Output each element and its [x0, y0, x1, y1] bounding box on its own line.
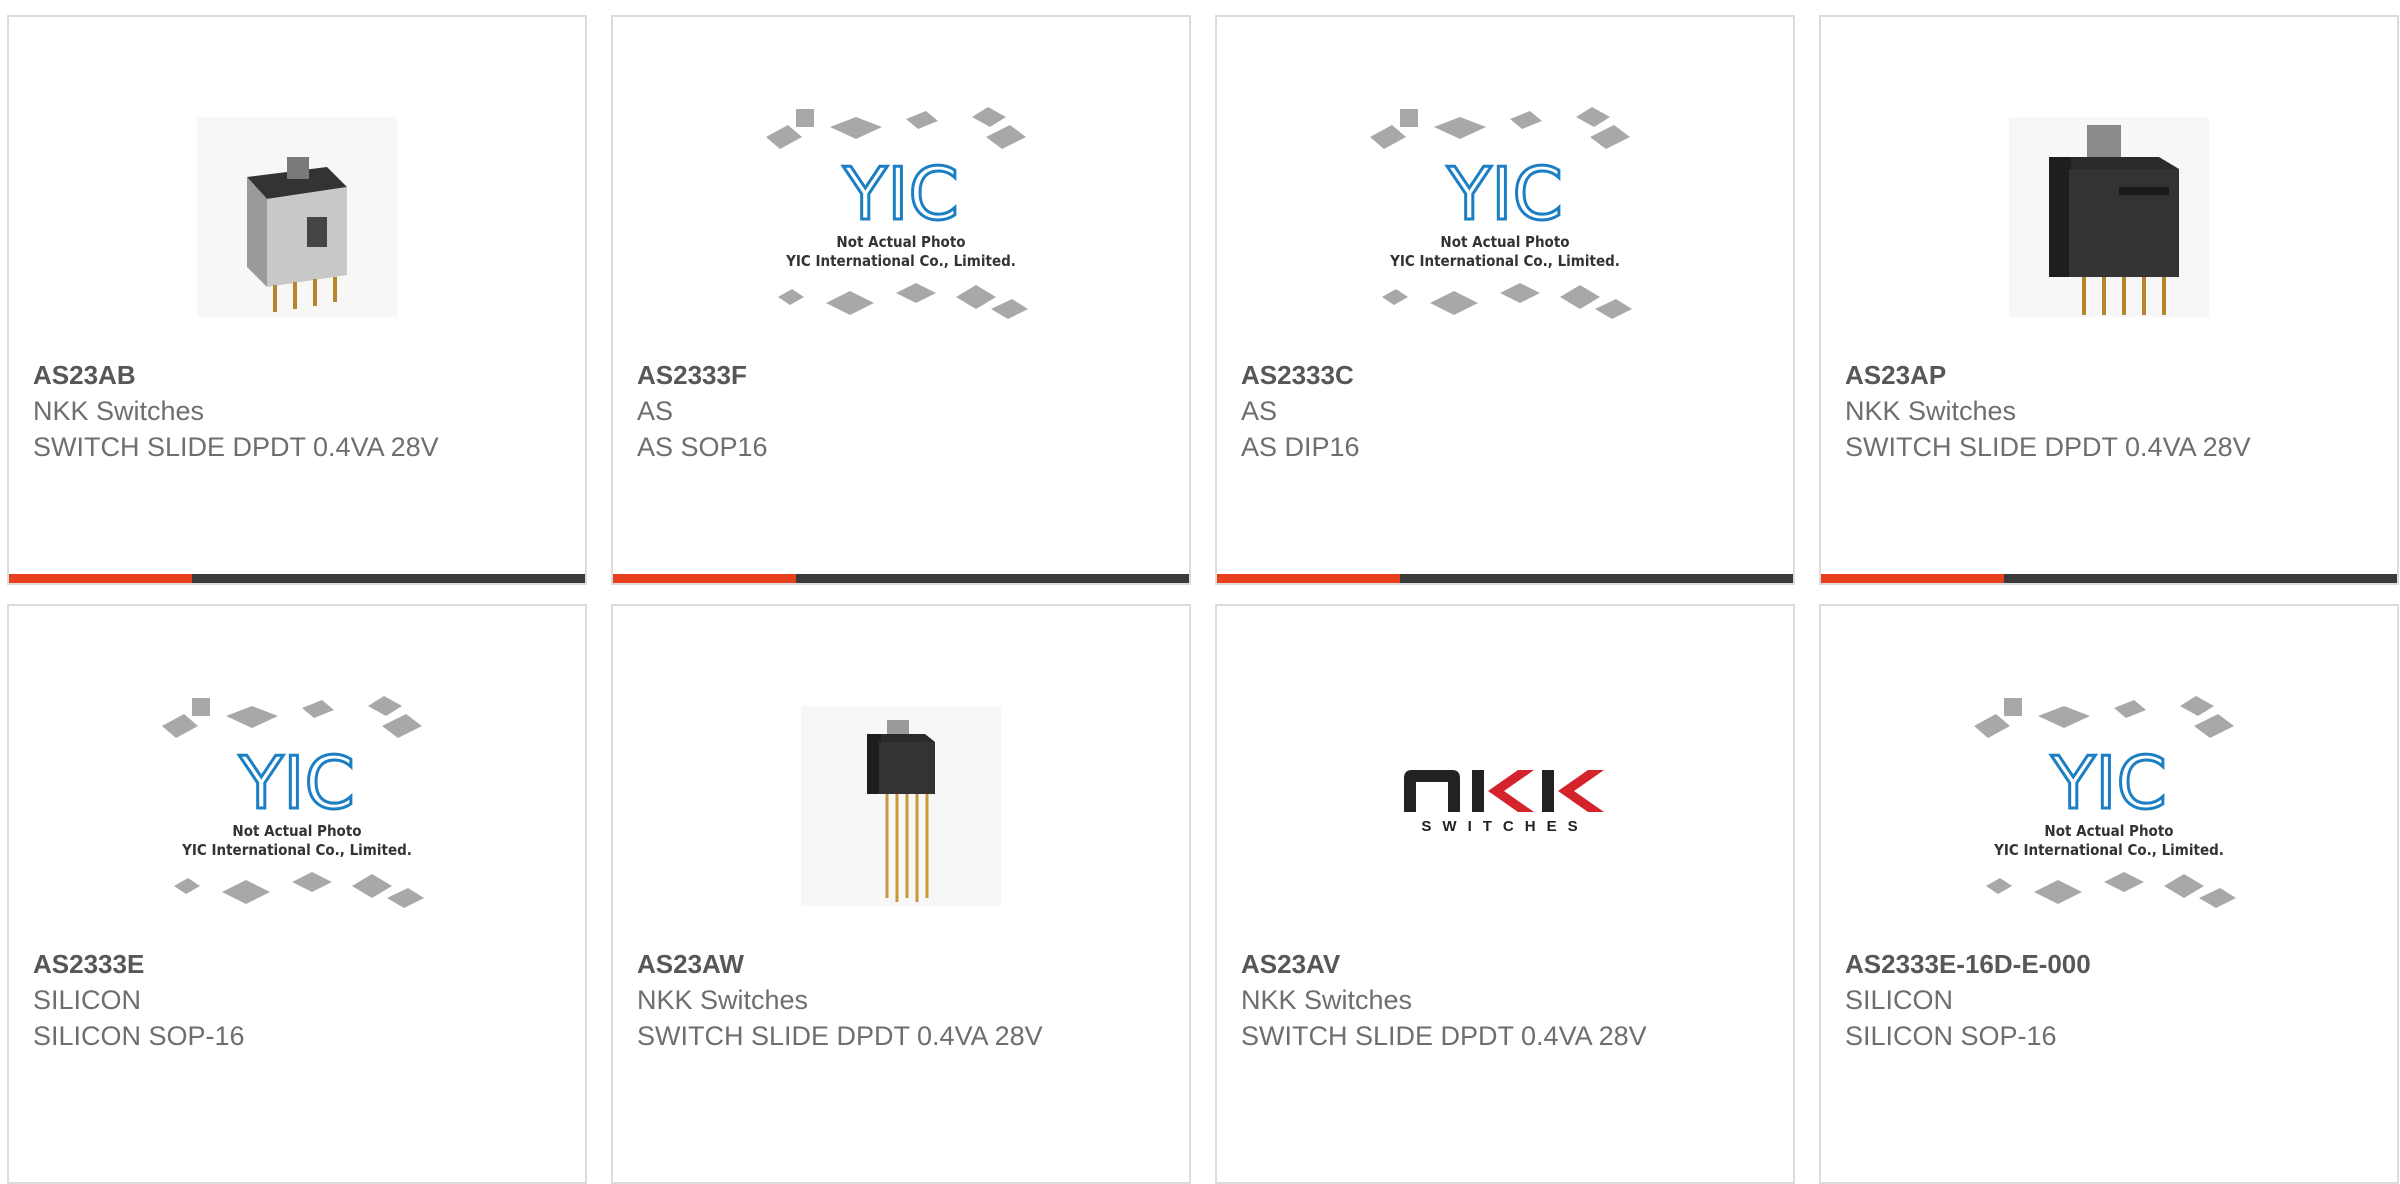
yic-placeholder-image: YIC Not Actual Photo YIC International C… [1974, 686, 2244, 926]
nkk-logo-tagline: SWITCHES [1421, 818, 1589, 835]
manufacturer: NKK Switches [1845, 396, 2017, 426]
product-card[interactable]: SWITCHES AS23AV NKK Switches SWITCH SLID… [1215, 604, 1795, 1184]
product-card[interactable]: YIC Not Actual Photo YIC International C… [1215, 15, 1795, 585]
svg-text:YIC: YIC [2050, 741, 2167, 825]
description: AS SOP16 [637, 432, 768, 462]
product-card[interactable]: YIC Not Actual Photo YIC International C… [611, 15, 1191, 585]
description: SWITCH SLIDE DPDT 0.4VA 28V [1845, 432, 2251, 462]
slide-switch-photo [197, 117, 397, 317]
placeholder-company: YIC International Co., Limited. [1390, 252, 1620, 270]
description: SILICON SOP-16 [33, 1021, 245, 1051]
product-info: AS23AB NKK Switches SWITCH SLIDE DPDT 0.… [33, 357, 563, 465]
description: AS DIP16 [1241, 432, 1360, 462]
product-info: AS2333E-16D-E-000 SILICON SILICON SOP-16 [1845, 946, 2375, 1054]
description: SWITCH SLIDE DPDT 0.4VA 28V [637, 1021, 1043, 1051]
product-card[interactable]: YIC Not Actual Photo YIC International C… [7, 604, 587, 1184]
slide-switch-photo [2009, 117, 2209, 317]
product-info: AS23AW NKK Switches SWITCH SLIDE DPDT 0.… [637, 946, 1167, 1054]
product-info: AS2333E SILICON SILICON SOP-16 [33, 946, 563, 1054]
product-image[interactable]: YIC Not Actual Photo YIC International C… [1217, 67, 1793, 367]
product-image[interactable]: SWITCHES [1217, 656, 1793, 956]
product-image[interactable]: YIC Not Actual Photo YIC International C… [1821, 656, 2397, 956]
product-card[interactable]: AS23AP NKK Switches SWITCH SLIDE DPDT 0.… [1819, 15, 2399, 585]
product-image[interactable]: YIC Not Actual Photo YIC International C… [9, 656, 585, 956]
yic-placeholder-image: YIC Not Actual Photo YIC International C… [1370, 97, 1640, 337]
yic-placeholder-image: YIC Not Actual Photo YIC International C… [162, 686, 432, 926]
card-bottom-bar [1217, 574, 1793, 583]
nkk-logo: SWITCHES [1400, 766, 1610, 846]
part-number-link[interactable]: AS23AB [33, 357, 563, 393]
product-image[interactable]: YIC Not Actual Photo YIC International C… [613, 67, 1189, 367]
manufacturer: SILICON [33, 985, 142, 1015]
product-card[interactable]: AS23AB NKK Switches SWITCH SLIDE DPDT 0.… [7, 15, 587, 585]
card-bottom-bar [613, 574, 1189, 583]
svg-text:YIC: YIC [1446, 152, 1563, 236]
product-info: AS23AP NKK Switches SWITCH SLIDE DPDT 0.… [1845, 357, 2375, 465]
product-image[interactable] [1821, 67, 2397, 367]
manufacturer: SILICON [1845, 985, 1954, 1015]
product-info: AS2333F AS AS SOP16 [637, 357, 1167, 465]
part-number-link[interactable]: AS2333C [1241, 357, 1771, 393]
part-number-link[interactable]: AS2333E-16D-E-000 [1845, 946, 2375, 982]
yic-placeholder-image: YIC Not Actual Photo YIC International C… [766, 97, 1036, 337]
slide-switch-long-pins-photo [801, 706, 1001, 906]
product-info: AS2333C AS AS DIP16 [1241, 357, 1771, 465]
description: SWITCH SLIDE DPDT 0.4VA 28V [1241, 1021, 1647, 1051]
svg-text:YIC: YIC [238, 741, 355, 825]
product-info: AS23AV NKK Switches SWITCH SLIDE DPDT 0.… [1241, 946, 1771, 1054]
manufacturer: NKK Switches [637, 985, 809, 1015]
placeholder-caption: Not Actual Photo [836, 233, 966, 251]
description: SWITCH SLIDE DPDT 0.4VA 28V [33, 432, 439, 462]
manufacturer: NKK Switches [33, 396, 205, 426]
manufacturer: NKK Switches [1241, 985, 1413, 1015]
part-number-link[interactable]: AS23AP [1845, 357, 2375, 393]
svg-text:YIC: YIC [842, 152, 959, 236]
manufacturer: AS [1241, 396, 1278, 426]
product-image[interactable] [9, 67, 585, 367]
product-image[interactable] [613, 656, 1189, 956]
placeholder-caption: Not Actual Photo [1440, 233, 1570, 251]
product-grid: AS23AB NKK Switches SWITCH SLIDE DPDT 0.… [0, 0, 2400, 1184]
part-number-link[interactable]: AS2333E [33, 946, 563, 982]
placeholder-company: YIC International Co., Limited. [1994, 841, 2224, 859]
card-bottom-bar [9, 574, 585, 583]
description: SILICON SOP-16 [1845, 1021, 2057, 1051]
manufacturer: AS [637, 396, 674, 426]
part-number-link[interactable]: AS23AW [637, 946, 1167, 982]
product-card[interactable]: YIC Not Actual Photo YIC International C… [1819, 604, 2399, 1184]
part-number-link[interactable]: AS2333F [637, 357, 1167, 393]
product-card[interactable]: AS23AW NKK Switches SWITCH SLIDE DPDT 0.… [611, 604, 1191, 1184]
placeholder-company: YIC International Co., Limited. [182, 841, 412, 859]
placeholder-caption: Not Actual Photo [2044, 822, 2174, 840]
placeholder-caption: Not Actual Photo [232, 822, 362, 840]
card-bottom-bar [1821, 574, 2397, 583]
placeholder-company: YIC International Co., Limited. [786, 252, 1016, 270]
part-number-link[interactable]: AS23AV [1241, 946, 1771, 982]
